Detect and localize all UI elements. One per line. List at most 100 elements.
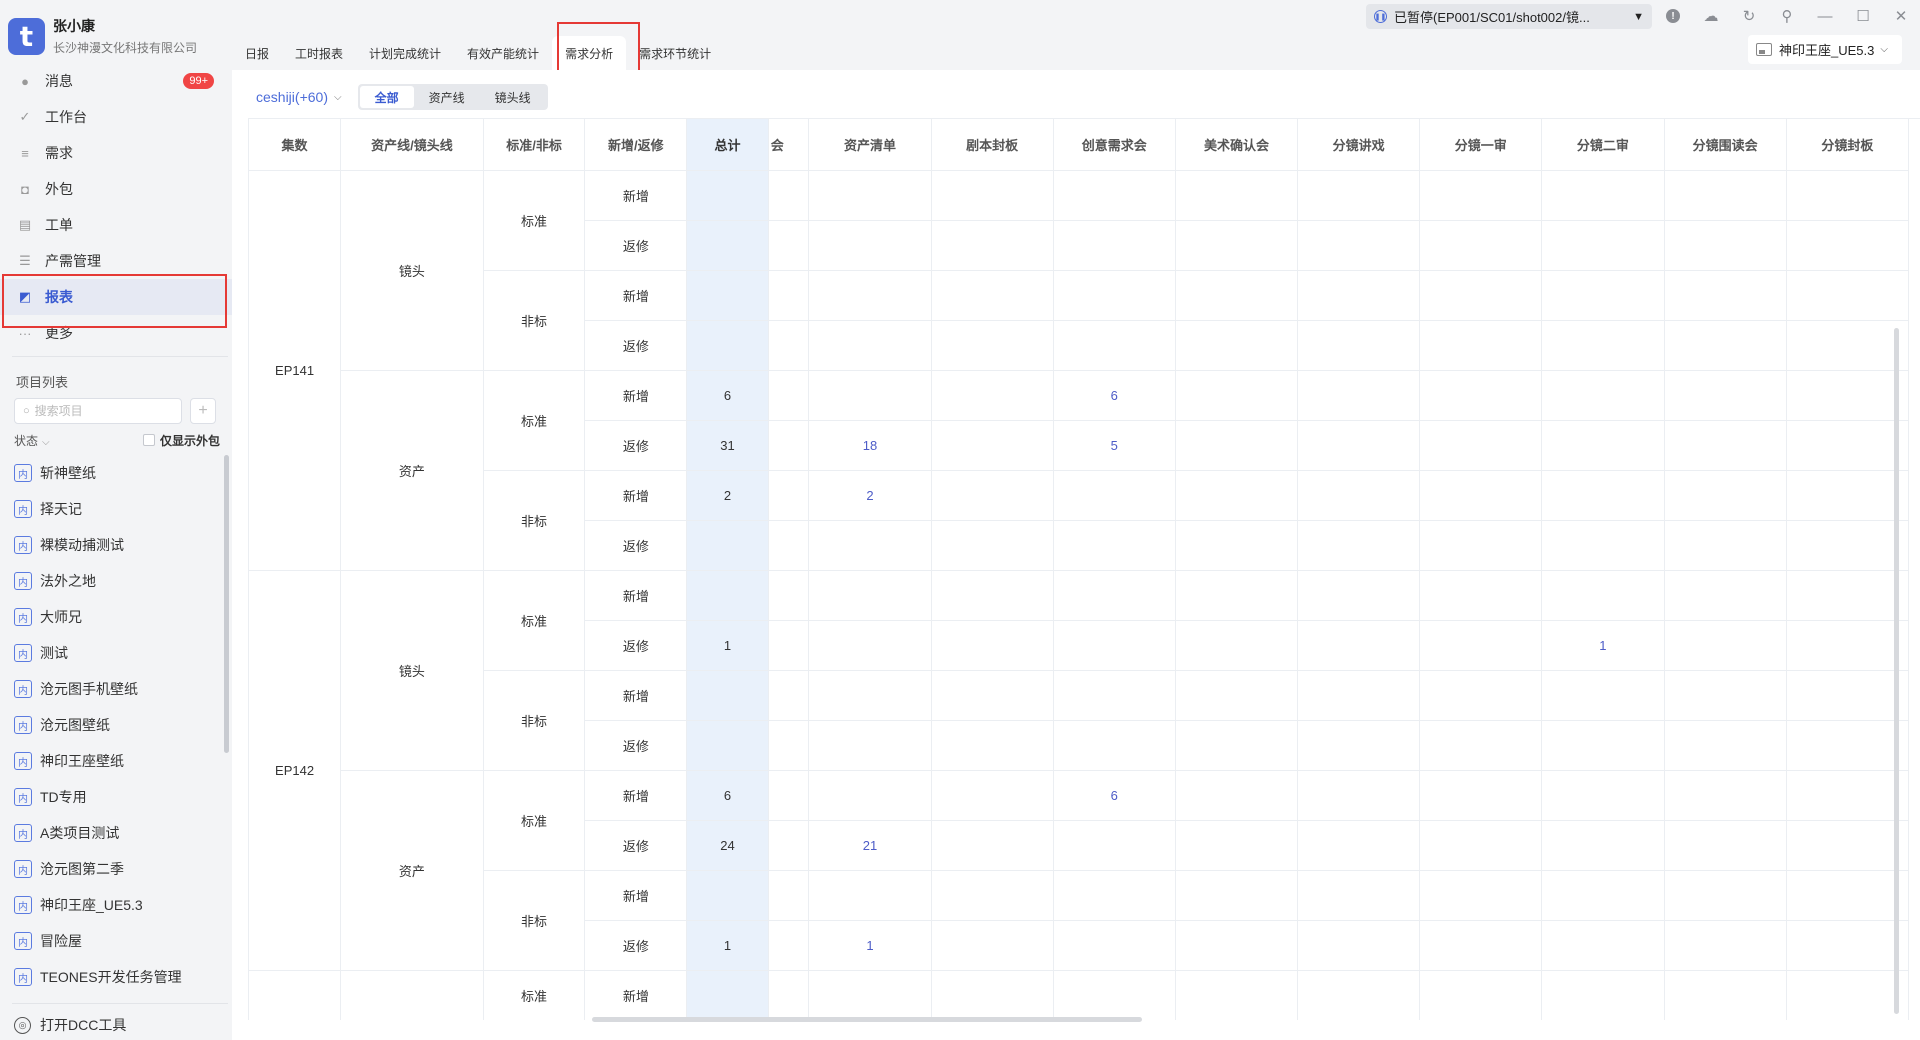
user-profile[interactable]: t 张小康 长沙神漫文化科技有限公司	[8, 14, 197, 58]
nav-item-reports[interactable]: ◩ 报表	[0, 279, 232, 315]
add-project-button[interactable]: +	[190, 398, 216, 424]
project-list-item[interactable]: 内神印王座壁纸	[0, 743, 224, 779]
project-list-item[interactable]: 内斩神壁纸	[0, 455, 224, 491]
column-header[interactable]: 会	[768, 119, 810, 171]
only-outsource-checkbox[interactable]	[142, 434, 155, 446]
project-list-item[interactable]: 内沧元图手机壁纸	[0, 671, 224, 707]
total-cell[interactable]: 2	[686, 470, 769, 521]
total-cell[interactable]: 6	[686, 770, 769, 821]
tab-demand-stage-stats[interactable]: 需求环节统计	[626, 36, 724, 70]
project-list-item[interactable]: 内沧元图壁纸	[0, 707, 224, 743]
only-outsource-toggle[interactable]: 仅显示外包	[142, 432, 220, 449]
project-list-item[interactable]: 内沧元图第二季	[0, 851, 224, 887]
new-or-rework-cell: 新增	[584, 870, 688, 921]
tab-daily-report[interactable]: 日报	[232, 36, 282, 70]
stat-cell	[1786, 720, 1910, 771]
close-button[interactable]: ✕	[1888, 4, 1914, 28]
tab-demand-analysis[interactable]: 需求分析	[552, 36, 627, 70]
project-list-item[interactable]: 内 A类项目测试	[0, 815, 224, 851]
stat-cell[interactable]: 5	[1053, 420, 1176, 471]
dataset-selector[interactable]: ceshiji(+60) ⌵	[256, 89, 342, 105]
nav-item-messages[interactable]: ● 消息 99+	[0, 63, 232, 99]
nav-item-requirements[interactable]: ≡ 需求	[0, 135, 232, 171]
project-list-item[interactable]: 内冒险屋	[0, 923, 224, 959]
open-dcc-tool-button[interactable]: ◎ 打开DCC工具	[14, 1015, 126, 1035]
stat-cell[interactable]: 21	[808, 820, 932, 871]
project-search-box[interactable]: ○	[14, 398, 182, 424]
stat-cell	[1786, 470, 1910, 521]
stat-cell	[1297, 820, 1421, 871]
column-header[interactable]: 分镜一审	[1419, 119, 1543, 171]
demand-analysis-table-container[interactable]: 集数 资产线/镜头线 标准/非标 新增/返修 总计会资产清单 剧本封板 创意需求会 美术确认会…	[248, 118, 1920, 1020]
table-vertical-scrollbar[interactable]	[1894, 328, 1899, 1014]
stat-cell	[1786, 820, 1910, 871]
project-search-input[interactable]	[34, 404, 165, 418]
stat-cell	[1175, 420, 1299, 471]
stat-cell	[1664, 570, 1787, 621]
stat-cell	[1664, 420, 1787, 471]
stat-cell[interactable]: 6	[1053, 770, 1176, 821]
project-list-item[interactable]: 内 TEONES开发任务管理	[0, 959, 224, 993]
project-list-item[interactable]: 内择天记	[0, 491, 224, 527]
project-list-item[interactable]: 内大师兄	[0, 599, 224, 635]
segment-asset-line[interactable]: 资产线	[414, 86, 480, 108]
nav-item-workbench[interactable]: ✓ 工作台	[0, 99, 232, 135]
tab-timesheet-report[interactable]: 工时报表	[282, 36, 356, 70]
column-header[interactable]: 新增/返修	[584, 119, 688, 171]
project-list-item[interactable]: 内法外之地	[0, 563, 224, 599]
project-selector[interactable]: 神印王座_UE5.3 ⌵	[1748, 35, 1902, 64]
column-header[interactable]: 标准/非标	[483, 119, 586, 171]
tab-effective-capacity-stats[interactable]: 有效产能统计	[454, 36, 552, 70]
stat-cell	[1053, 920, 1176, 971]
stat-cell[interactable]: 1	[1541, 620, 1665, 671]
stat-cell	[1664, 470, 1787, 521]
total-cell[interactable]: 6	[686, 370, 769, 421]
column-header[interactable]: 总计	[686, 119, 769, 171]
column-header[interactable]: 分镜二审	[1541, 119, 1665, 171]
total-cell[interactable]: 1	[686, 920, 769, 971]
nav-item-outsource[interactable]: ◘ 外包	[0, 171, 232, 207]
stat-cell[interactable]: 1	[808, 920, 932, 971]
tab-plan-completion-stats[interactable]: 计划完成统计	[356, 36, 454, 70]
report-toolbar: ceshiji(+60) ⌵ 全部 资产线 镜头线	[256, 84, 548, 110]
column-header[interactable]: 美术确认会	[1175, 119, 1299, 171]
project-list-scrollbar[interactable]	[224, 455, 229, 753]
segment-shot-line[interactable]: 镜头线	[480, 86, 546, 108]
project-list-item[interactable]: 内裸模动捕测试	[0, 527, 224, 563]
minimize-button[interactable]: —	[1812, 4, 1838, 28]
maximize-button[interactable]: ☐	[1850, 4, 1876, 28]
project-list-item[interactable]: 内神印王座_UE5.3	[0, 887, 224, 923]
nav-item-tickets[interactable]: ▤ 工单	[0, 207, 232, 243]
info-button[interactable]: !	[1660, 4, 1686, 28]
nav-label: 更多	[45, 325, 73, 341]
stat-cell[interactable]: 18	[808, 420, 932, 471]
table-horizontal-scrollbar[interactable]	[592, 1017, 1142, 1022]
status-filter[interactable]: 状态 ⌵	[14, 432, 50, 449]
nav-item-production-management[interactable]: ☰ 产需管理	[0, 243, 232, 279]
pin-button[interactable]: ⚲	[1774, 4, 1800, 28]
column-header[interactable]: 剧本封板	[931, 119, 1054, 171]
cloud-sync-button[interactable]: ☁	[1698, 4, 1724, 28]
column-header[interactable]: 资产线/镜头线	[340, 119, 484, 171]
column-header[interactable]: 创意需求会	[1053, 119, 1176, 171]
stat-cell	[1053, 220, 1176, 271]
total-cell[interactable]: 31	[686, 420, 769, 471]
stat-cell[interactable]: 6	[1053, 370, 1176, 421]
nav-item-more[interactable]: ··· 更多	[0, 315, 232, 351]
column-header[interactable]: 分镜讲戏	[1297, 119, 1421, 171]
column-header[interactable]: 分镜围读会	[1664, 119, 1787, 171]
total-cell[interactable]: 24	[686, 820, 769, 871]
stat-cell	[1664, 720, 1787, 771]
column-header[interactable]: 分镜封板	[1786, 119, 1910, 171]
segment-all[interactable]: 全部	[359, 86, 414, 108]
nav-label: 工作台	[45, 109, 87, 125]
column-header[interactable]: 集数	[249, 119, 342, 171]
project-list-item[interactable]: 内 TD专用	[0, 779, 224, 815]
project-list-item[interactable]: 内测试	[0, 635, 224, 671]
column-header[interactable]: 资产清单	[808, 119, 932, 171]
total-cell[interactable]: 1	[686, 620, 769, 671]
stat-cell	[931, 220, 1054, 271]
stat-cell[interactable]: 2	[808, 470, 932, 521]
task-status-dropdown[interactable]: ❚❚ 已暂停(EP001/SC01/shot002/镜... ▼	[1366, 4, 1652, 29]
refresh-button[interactable]: ↻	[1736, 4, 1762, 28]
